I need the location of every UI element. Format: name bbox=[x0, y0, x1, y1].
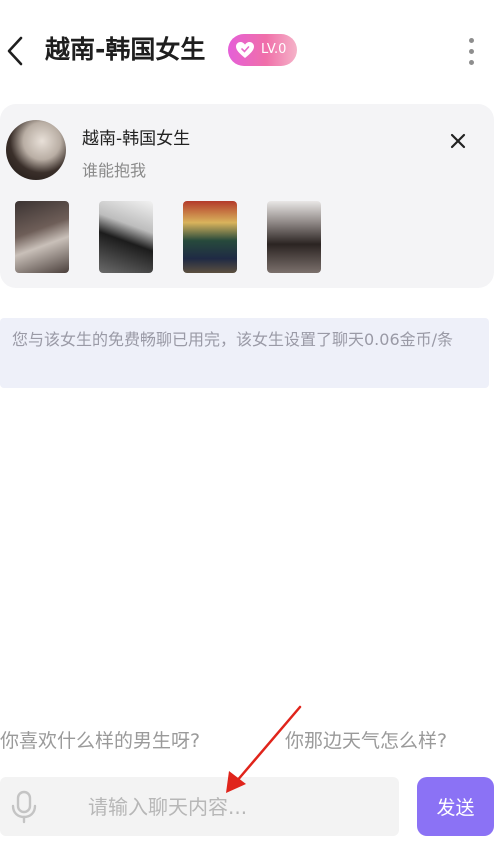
quick-reply-2[interactable]: 你那边天气怎么样? bbox=[285, 726, 447, 756]
profile-photo-4[interactable] bbox=[267, 201, 321, 273]
back-arrow-icon[interactable] bbox=[4, 34, 28, 68]
profile-card[interactable]: 越南-韩国女生 谁能抱我 bbox=[0, 104, 494, 288]
level-text: LV.0 bbox=[261, 42, 287, 57]
avatar[interactable] bbox=[6, 120, 66, 180]
chat-message-input[interactable] bbox=[78, 785, 398, 829]
profile-photo-1[interactable] bbox=[15, 201, 69, 273]
profile-photo-2[interactable] bbox=[99, 201, 153, 273]
profile-bio: 谁能抱我 bbox=[82, 161, 147, 180]
close-icon[interactable] bbox=[449, 132, 467, 150]
send-button[interactable]: 发送 bbox=[417, 777, 494, 836]
chat-input-bar bbox=[0, 777, 399, 836]
quick-reply-1[interactable]: 你喜欢什么样的男生呀? bbox=[0, 726, 200, 756]
top-bar: 越南-韩国女生 LV.0 bbox=[0, 0, 494, 100]
profile-photo-3[interactable] bbox=[183, 201, 237, 273]
system-notice: 您与该女生的免费畅聊已用完，该女生设置了聊天0.06金币/条 bbox=[0, 318, 489, 388]
microphone-icon[interactable] bbox=[10, 790, 38, 824]
profile-name: 越南-韩国女生 bbox=[82, 129, 191, 149]
heart-icon bbox=[236, 42, 254, 58]
more-options-icon[interactable] bbox=[462, 35, 480, 69]
level-badge: LV.0 bbox=[228, 34, 297, 66]
page-title: 越南-韩国女生 bbox=[45, 35, 206, 64]
